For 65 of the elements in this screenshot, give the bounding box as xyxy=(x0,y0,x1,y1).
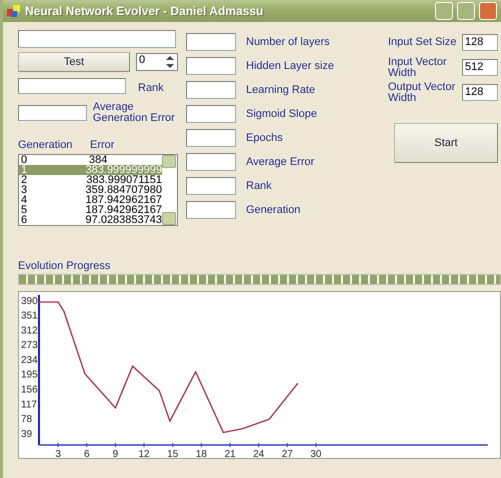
y-tick-label: 117 xyxy=(21,399,37,410)
progress-label: Evolution Progress xyxy=(18,260,112,274)
test-button[interactable]: Test xyxy=(18,52,130,72)
minimize-button[interactable] xyxy=(435,2,453,20)
list-row[interactable]: 4 187.942962167 xyxy=(19,195,162,205)
parameter-label: Rank xyxy=(246,180,273,192)
x-tick-label: 3 xyxy=(55,449,61,458)
parameter-field[interactable] xyxy=(186,177,236,195)
y-tick-label: 78 xyxy=(21,414,32,426)
x-tick-label: 15 xyxy=(167,449,178,458)
parameter-field[interactable] xyxy=(186,105,236,123)
y-tick-label: 156 xyxy=(21,384,38,396)
y-tick-label: 39 xyxy=(21,428,32,440)
setting-label: Input Vector Width xyxy=(388,56,448,78)
setting-field[interactable]: 128 xyxy=(462,34,498,51)
x-tick-label: 21 xyxy=(224,449,236,458)
maximize-button[interactable] xyxy=(457,2,475,20)
setting-label: Input Set Size xyxy=(388,37,458,48)
number-spinner[interactable]: 0 xyxy=(136,53,178,71)
average-error-label: Average Generation Error xyxy=(92,102,176,124)
parameter-label: Epochs xyxy=(246,132,284,144)
parameter-field[interactable] xyxy=(186,33,236,51)
y-tick-label: 195 xyxy=(21,370,38,381)
rank-label: Rank xyxy=(138,82,164,94)
column-header: Error xyxy=(90,140,114,150)
setting-field[interactable]: 512 xyxy=(462,59,498,76)
x-tick-label: 12 xyxy=(138,449,150,458)
y-tick-label: 273 xyxy=(21,340,38,352)
x-tick-label: 9 xyxy=(112,449,118,458)
close-button[interactable] xyxy=(479,2,497,20)
x-tick-label: 30 xyxy=(310,449,322,458)
parameter-field[interactable] xyxy=(186,57,236,75)
y-tick-label: 390 xyxy=(21,296,38,307)
y-tick-label: 312 xyxy=(21,325,38,336)
app-icon xyxy=(7,5,21,17)
x-tick-label: 18 xyxy=(196,449,207,458)
setting-label: Output Vector Width xyxy=(388,82,456,104)
list-row[interactable]: 5 187.942962167 xyxy=(19,205,162,215)
parameter-label: Average Error xyxy=(246,156,316,168)
list-row[interactable]: 0 384 xyxy=(19,155,162,165)
parameter-field[interactable] xyxy=(186,129,236,147)
parameter-field[interactable] xyxy=(186,201,236,219)
start-button[interactable]: Start xyxy=(394,123,498,163)
list-row[interactable]: 6 97.0283853743 xyxy=(19,215,162,225)
x-tick-label: 27 xyxy=(282,449,293,458)
parameter-label: Sigmoid Slope xyxy=(246,108,318,120)
parameter-label: Generation xyxy=(246,204,302,216)
x-tick-label: 6 xyxy=(84,449,90,458)
y-tick-label: 351 xyxy=(21,310,38,322)
x-tick-label: 24 xyxy=(253,449,264,458)
list-row[interactable]: 2 383.999071151 xyxy=(19,175,162,185)
column-header: Generation xyxy=(18,140,74,150)
y-tick-label: 234 xyxy=(21,354,38,366)
parameter-label: Number of layers xyxy=(246,36,331,48)
window-title: Neural Network Evolver - Daniel Admassu xyxy=(25,4,264,18)
average-error-field[interactable] xyxy=(18,105,87,121)
parameter-label: Learning Rate xyxy=(246,84,316,96)
list-row[interactable]: 3 359.884707980 xyxy=(19,185,162,195)
setting-field[interactable]: 128 xyxy=(462,84,498,101)
text-field[interactable] xyxy=(18,30,176,48)
rank-field[interactable] xyxy=(18,78,126,94)
parameter-label: Hidden Layer size xyxy=(246,60,336,72)
parameter-field[interactable] xyxy=(186,153,236,171)
generation-list[interactable]: 0 384 1 383.999999999 2 383.999071151 3 359.884707980 4 187.942962167 5 187.942962167 6 97.0283853743 xyxy=(18,154,178,226)
parameter-field[interactable] xyxy=(186,81,236,99)
